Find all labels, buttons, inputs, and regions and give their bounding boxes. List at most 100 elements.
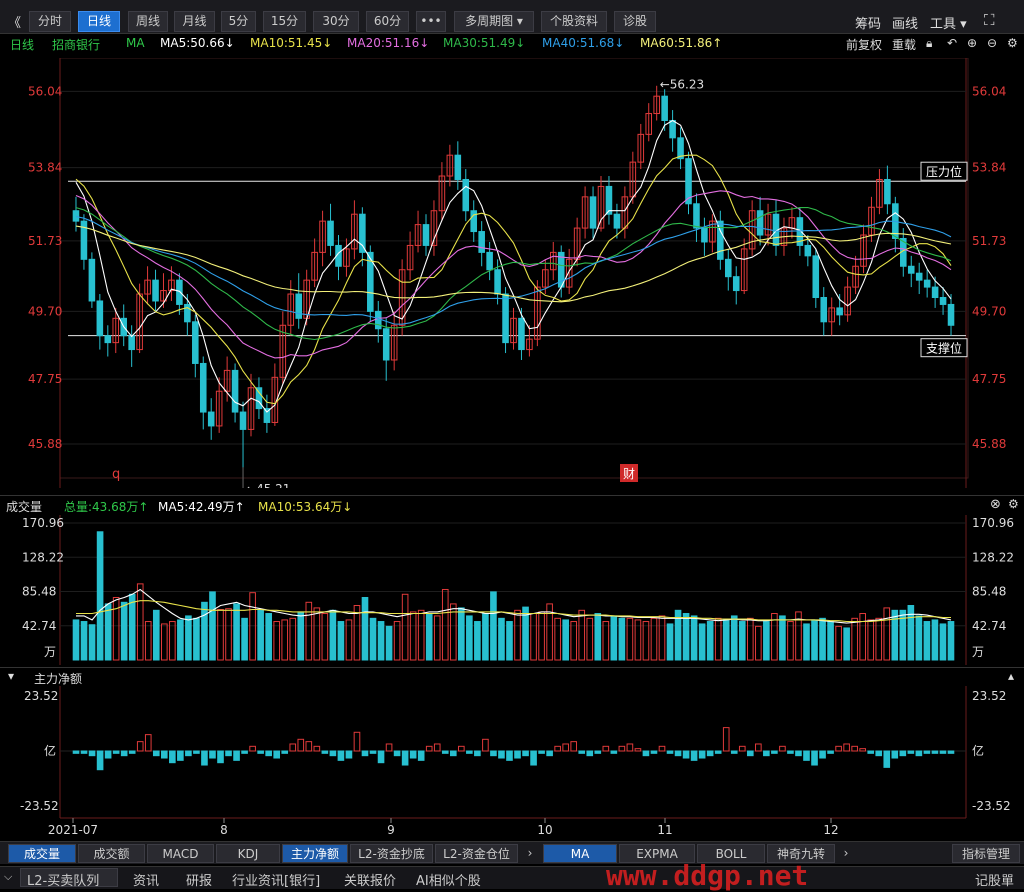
flow-bar — [281, 750, 289, 754]
price-chart[interactable]: 56.04 56.04 53.84 53.84 51.73 51.73 49.70 49.70… — [0, 58, 1024, 488]
volume-bar — [763, 621, 770, 661]
ma60-value: MA60:51.86↑ — [640, 36, 723, 50]
period-button-7[interactable]: 60分 — [366, 11, 409, 32]
indicator-tab-2[interactable]: MACD — [147, 844, 214, 863]
chevron-down-icon[interactable]: ▾ — [8, 669, 14, 683]
volume-bar — [313, 607, 321, 661]
volume-bar — [779, 615, 786, 661]
draw-line-button[interactable]: 画线 — [892, 13, 918, 32]
period-button-0[interactable]: 分时 — [29, 11, 71, 32]
zoom-out-icon[interactable]: ⊖ — [987, 36, 997, 50]
candle-body — [382, 328, 390, 361]
candle-body — [359, 213, 366, 253]
chevron-right-icon[interactable]: › — [837, 844, 855, 863]
volume-bar — [144, 621, 152, 661]
adjust-forward-button[interactable]: 前复权 — [846, 36, 882, 53]
volume-bar — [506, 621, 513, 661]
volume-bar — [811, 619, 818, 661]
flow-bar — [843, 743, 850, 752]
ma5-value: MA5:50.66↓ — [160, 36, 235, 50]
volume-chart[interactable]: 170.96 170.96 128.22 128.22 85.48 85.48 42.74 4… — [0, 515, 1024, 665]
candle-body — [732, 276, 740, 292]
close-icon[interactable]: ⊗ — [990, 497, 1001, 512]
period-button-9[interactable]: 多周期图 ▾ — [454, 11, 534, 32]
volume-bar — [698, 623, 706, 661]
candle-body — [804, 244, 812, 257]
period-button-11[interactable]: 诊股 — [614, 11, 656, 32]
period-button-4[interactable]: 5分 — [221, 11, 256, 32]
tools-dropdown[interactable]: 工具 ▾ — [930, 13, 967, 32]
flow-bar — [225, 750, 232, 757]
volume-bar — [177, 619, 184, 661]
period-button-2[interactable]: 周线 — [128, 11, 168, 32]
period-button-1[interactable]: 日线 — [78, 11, 120, 32]
flow-bar — [425, 745, 433, 752]
flow-bar — [835, 745, 842, 752]
flow-bar — [433, 743, 441, 752]
indicator-tab-0[interactable]: 成交量 — [8, 844, 76, 863]
indicator-tab-5[interactable]: L2-资金抄底 — [350, 844, 433, 863]
collapse-icon[interactable]: ▴ — [1008, 669, 1014, 683]
period-button-3[interactable]: 月线 — [174, 11, 215, 32]
x-tick-label: 10 — [537, 823, 552, 837]
candle-body — [128, 335, 135, 351]
l2-queue-tab[interactable]: L2-买卖队列 — [20, 868, 118, 889]
volume-bar — [482, 613, 489, 661]
fullscreen-icon[interactable]: ⛶ — [984, 11, 995, 29]
chevron-down-icon[interactable]: ⌵ — [4, 870, 12, 884]
volume-bar — [931, 619, 939, 661]
q-marker: q — [112, 467, 120, 482]
back-icon[interactable]: 《 — [8, 12, 21, 31]
flow-bar — [361, 750, 369, 757]
indicator-tab-6[interactable]: L2-资金仓位 — [435, 844, 518, 863]
period-button-8[interactable]: ••• — [416, 11, 446, 32]
price-tick-right: 51.73 — [972, 234, 1006, 248]
undo-icon[interactable]: ↶ — [947, 36, 957, 50]
flow-bar — [337, 750, 345, 761]
research-tab[interactable]: 研报 — [186, 870, 212, 889]
main-net-flow-chart[interactable]: 23.52 23.52 亿 亿 -23.52 -23.52 2021-07 8 9 10 11 12 — [0, 686, 1024, 838]
volume-bar — [265, 613, 272, 661]
flow-bar — [313, 745, 321, 752]
indicator-tab-4[interactable]: 主力净额 — [282, 844, 348, 863]
volume-bar — [706, 621, 714, 661]
price-tick-right: 56.04 — [972, 84, 1006, 98]
flow-bar — [506, 750, 513, 761]
flow-bar — [722, 727, 730, 752]
candle-body — [72, 210, 80, 222]
volume-bar — [907, 605, 915, 661]
flow-bar — [88, 750, 96, 757]
news-tab[interactable]: 资讯 — [133, 870, 159, 889]
period-button-10[interactable]: 个股资料 — [541, 11, 607, 32]
chips-button[interactable]: 筹码 — [855, 13, 881, 32]
chevron-right-icon[interactable]: › — [521, 844, 539, 863]
indicator-manage-button[interactable]: 指标管理 — [952, 844, 1020, 863]
volume-bar — [738, 621, 746, 661]
flow-bar — [369, 750, 377, 754]
volume-tick-left: 85.48 — [22, 585, 56, 599]
volume-bar — [80, 621, 88, 661]
flow-bar — [393, 750, 401, 757]
indicator-tab-1[interactable]: 成交额 — [78, 844, 145, 863]
ma-line-60 — [75, 225, 952, 303]
ma20-value: MA20:51.16↓ — [347, 36, 430, 50]
notes-button[interactable]: 记股單 — [975, 870, 1014, 889]
settings-icon[interactable]: ⚙ — [1007, 36, 1018, 50]
settings-icon[interactable]: ⚙ — [1008, 497, 1019, 511]
lock-icon[interactable]: 🔒︎ — [926, 36, 932, 51]
flow-bar — [498, 750, 505, 759]
volume-bar — [875, 617, 883, 661]
period-button-5[interactable]: 15分 — [263, 11, 306, 32]
flow-bar — [353, 731, 361, 752]
reload-button[interactable]: 重载 — [892, 36, 916, 53]
flow-bar — [104, 750, 112, 759]
industry-news-tab[interactable]: 行业资讯[银行] — [232, 870, 320, 889]
related-quote-tab[interactable]: 关联报价 — [344, 870, 396, 889]
volume-bar — [618, 617, 626, 661]
price-tick-right: 45.88 — [972, 437, 1006, 451]
indicator-tab-3[interactable]: KDJ — [216, 844, 280, 863]
price-tick-left: 47.75 — [28, 372, 62, 386]
period-button-6[interactable]: 30分 — [313, 11, 359, 32]
ai-similar-tab[interactable]: AI相似个股 — [416, 870, 481, 889]
zoom-in-icon[interactable]: ⊕ — [967, 36, 977, 50]
